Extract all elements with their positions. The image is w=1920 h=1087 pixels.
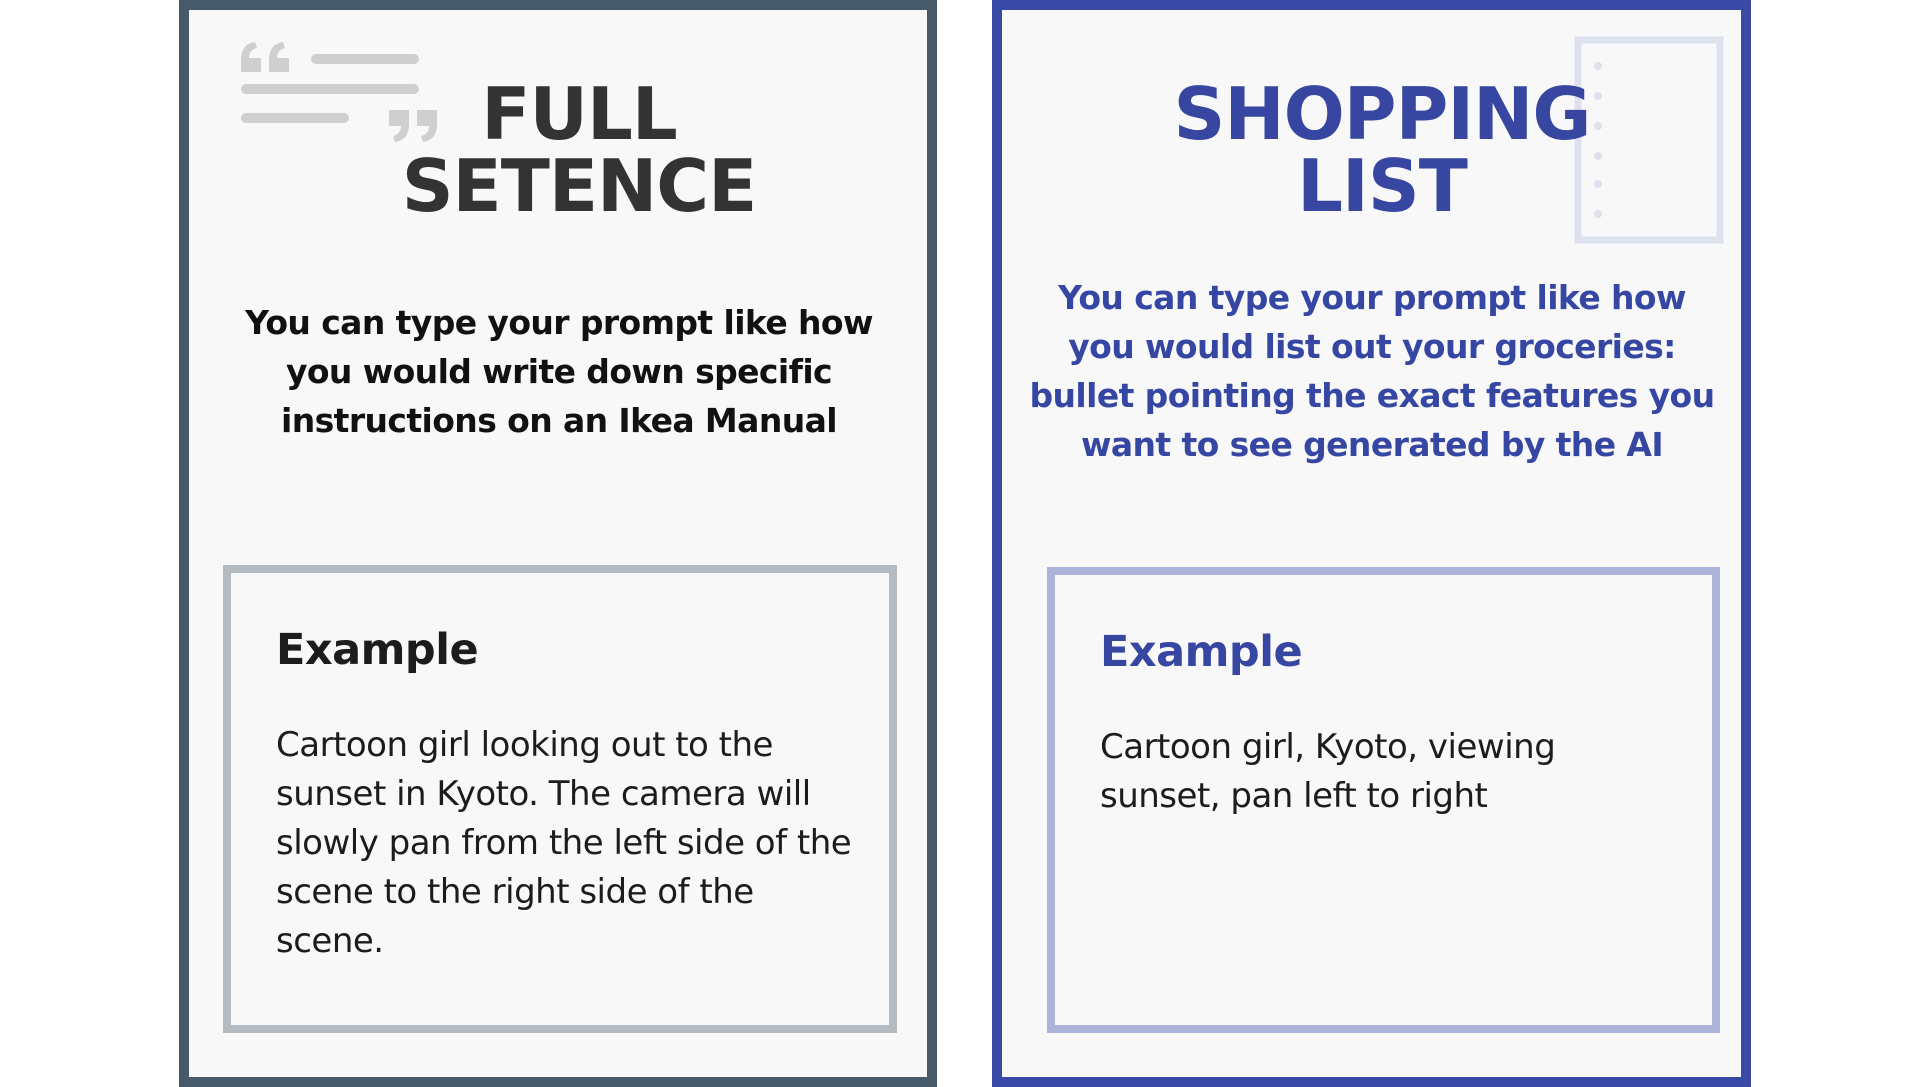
card-title: FULL SETENCE [289,78,869,222]
title-line-2: LIST [1297,144,1468,228]
example-heading: Example [1100,627,1303,677]
card-description: You can type your prompt like how you wo… [245,303,873,440]
example-box: Example Cartoon girl looking out to the … [223,565,897,1033]
full-sentence-card: FULL SETENCE You can type your prompt li… [179,0,937,1087]
card-description: You can type your prompt like how you wo… [1029,278,1715,464]
example-box: Example Cartoon girl, Kyoto, viewing sun… [1047,567,1720,1033]
example-text: Cartoon girl, Kyoto, viewing sunset, pan… [1100,727,1556,816]
title-line-2: SETENCE [401,144,758,228]
card-title: SHOPPING LIST [1102,78,1662,222]
shopping-list-card: SHOPPING LIST You can type your prompt l… [992,0,1751,1087]
example-heading: Example [276,625,479,675]
example-text: Cartoon girl looking out to the sunset i… [276,725,852,961]
